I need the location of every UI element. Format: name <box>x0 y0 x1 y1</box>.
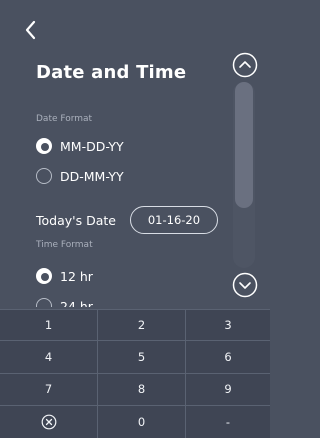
radio-unselected-icon <box>36 298 52 307</box>
date-format-label: Date Format <box>36 114 93 124</box>
key-3[interactable]: 3 <box>186 309 270 342</box>
clear-x-circle-icon <box>41 414 56 430</box>
radio-option-dd-mm-yy[interactable]: DD-MM-YY <box>36 168 124 184</box>
date-time-screen: Date and Time Date Format MM-DD-YY DD-MM… <box>0 0 270 438</box>
key-5[interactable]: 5 <box>98 341 186 374</box>
key-7[interactable]: 7 <box>0 373 98 406</box>
key-2[interactable]: 2 <box>98 309 186 342</box>
key-6[interactable]: 6 <box>186 341 270 374</box>
todays-date-label: Today's Date <box>36 212 116 228</box>
radio-label: 24 hr <box>60 298 93 308</box>
key-1[interactable]: 1 <box>0 309 98 342</box>
numeric-keypad: 1 2 3 4 5 6 7 8 9 0 - <box>0 309 270 438</box>
radio-option-12-hr[interactable]: 12 hr <box>36 268 93 284</box>
key-dash[interactable]: - <box>186 406 270 438</box>
key-4[interactable]: 4 <box>0 341 98 374</box>
todays-date-input[interactable]: 01-16-20 <box>129 206 218 234</box>
chevron-up-circle-icon <box>232 52 258 78</box>
page-title: Date and Time <box>36 62 187 83</box>
key-9[interactable]: 9 <box>186 374 270 406</box>
todays-date-row: Today's Date 01-16-20 <box>36 206 218 234</box>
time-format-label: Time Format <box>36 240 93 250</box>
chevron-down-circle-icon <box>232 272 258 298</box>
scroll-down-button[interactable] <box>232 272 258 298</box>
key-0[interactable]: 0 <box>98 405 186 438</box>
radio-label: 12 hr <box>60 268 93 284</box>
radio-selected-icon <box>36 138 52 154</box>
radio-selected-icon <box>36 268 52 284</box>
settings-content: Date and Time Date Format MM-DD-YY DD-MM… <box>0 0 230 307</box>
scroll-up-button[interactable] <box>232 52 258 78</box>
scrollbar-thumb[interactable] <box>235 82 253 208</box>
keypad-divider <box>0 309 270 310</box>
key-clear[interactable] <box>0 405 98 438</box>
key-8[interactable]: 8 <box>98 373 186 406</box>
radio-option-24-hr[interactable]: 24 hr <box>36 298 93 307</box>
radio-option-mm-dd-yy[interactable]: MM-DD-YY <box>36 138 124 154</box>
radio-label: MM-DD-YY <box>60 138 124 154</box>
radio-unselected-icon <box>36 168 52 184</box>
radio-label: DD-MM-YY <box>60 168 124 184</box>
